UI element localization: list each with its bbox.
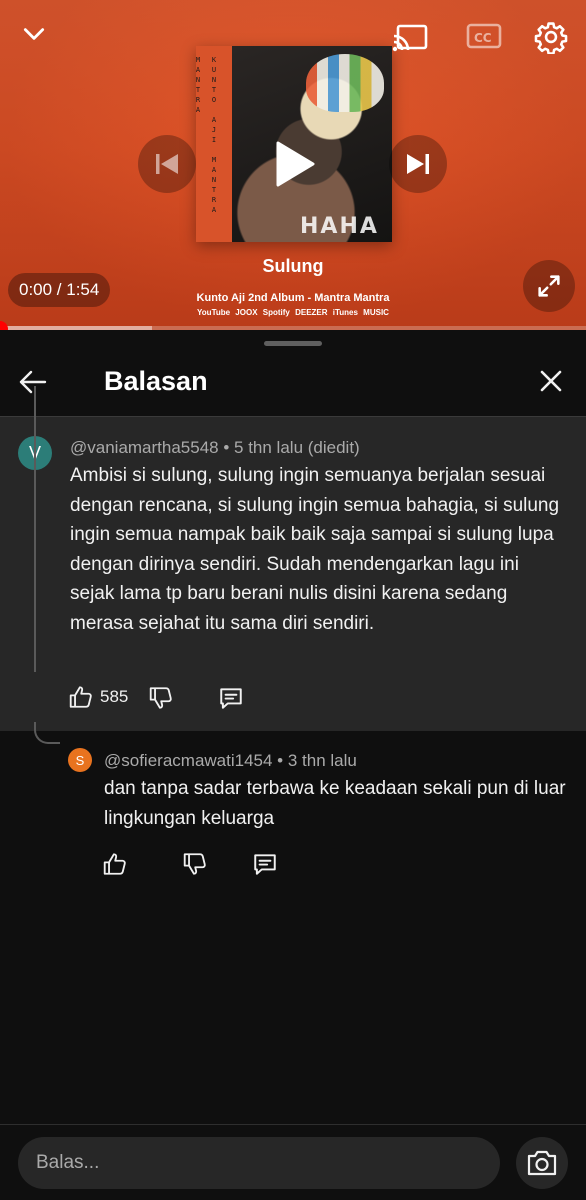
reply-reply-button[interactable] xyxy=(252,851,278,877)
cc-icon: CC xyxy=(466,23,502,49)
album-spine: KUNTO AJI MANTRA MANTRA xyxy=(196,46,232,242)
play-icon xyxy=(276,141,315,187)
album-spine-text: KUNTO AJI MANTRA MANTRA xyxy=(196,56,218,216)
captions-button[interactable]: CC xyxy=(464,18,504,54)
previous-icon xyxy=(156,154,178,174)
sheet-header: Balasan xyxy=(0,352,586,416)
thumbs-down-icon xyxy=(183,853,206,875)
parent-comment: V @vaniamartha5548 • 5 thn lalu (diedit)… xyxy=(0,417,586,731)
previous-button[interactable] xyxy=(138,135,196,193)
settings-button[interactable] xyxy=(530,16,572,58)
camera-button[interactable] xyxy=(516,1137,568,1189)
svg-text:CC: CC xyxy=(474,31,492,45)
reply-dislike-button[interactable] xyxy=(182,851,208,877)
fullscreen-icon xyxy=(538,275,560,297)
reply-composer xyxy=(0,1124,586,1200)
video-time: 0:00 / 1:54 xyxy=(8,273,111,307)
close-button[interactable] xyxy=(534,364,570,400)
comment-meta: @vaniamartha5548 • 5 thn lalu (diedit) xyxy=(70,438,360,457)
collapse-player-button[interactable] xyxy=(16,16,52,52)
video-player[interactable]: KUNTO AJI MANTRA MANTRA HAHA Sulung Kunt… xyxy=(0,0,586,330)
album-artwork-brain xyxy=(306,54,384,112)
like-count: 585 xyxy=(100,687,129,706)
cast-icon xyxy=(392,24,428,52)
thread-connector xyxy=(34,722,60,744)
back-arrow-icon xyxy=(19,370,47,394)
close-icon xyxy=(540,370,562,392)
reply-button[interactable] xyxy=(218,685,244,711)
next-button[interactable] xyxy=(389,135,447,193)
thumbs-up-icon xyxy=(69,686,92,708)
comment-text: Ambisi si sulung, sulung ingin semuanya … xyxy=(70,465,560,634)
reply-input[interactable] xyxy=(18,1137,500,1189)
chevron-down-icon xyxy=(23,28,45,40)
sheet-drag-handle[interactable] xyxy=(264,341,322,346)
reply-meta: @sofieracmawati1454 • 3 thn lalu xyxy=(104,751,357,770)
thumbs-up-icon xyxy=(103,853,126,875)
play-button[interactable] xyxy=(261,131,327,197)
reply-text: dan tanpa sadar terbawa ke keadaan sekal… xyxy=(104,778,566,829)
comment-icon xyxy=(220,688,242,709)
replies-sheet: Balasan V @vaniamartha5548 • 5 thn lalu … xyxy=(0,330,586,1200)
like-button[interactable]: 585 xyxy=(68,684,128,710)
camera-icon xyxy=(527,1150,557,1176)
thumbs-down-icon xyxy=(149,687,172,709)
gear-icon xyxy=(534,22,568,54)
back-button[interactable] xyxy=(16,366,56,398)
reply-avatar[interactable]: S xyxy=(68,748,92,772)
sheet-title: Balasan xyxy=(104,366,208,396)
album-artwork-text: HAHA xyxy=(300,214,379,239)
cast-button[interactable] xyxy=(390,18,430,58)
video-platforms: YouTube JOOX Spotify DEEZER iTunes MUSIC xyxy=(197,308,389,317)
comment-icon xyxy=(254,854,276,875)
thread-line xyxy=(34,386,36,672)
next-icon xyxy=(407,154,429,174)
dislike-button[interactable] xyxy=(148,685,174,711)
fullscreen-button[interactable] xyxy=(523,260,575,312)
reply-like-button[interactable] xyxy=(102,851,128,877)
